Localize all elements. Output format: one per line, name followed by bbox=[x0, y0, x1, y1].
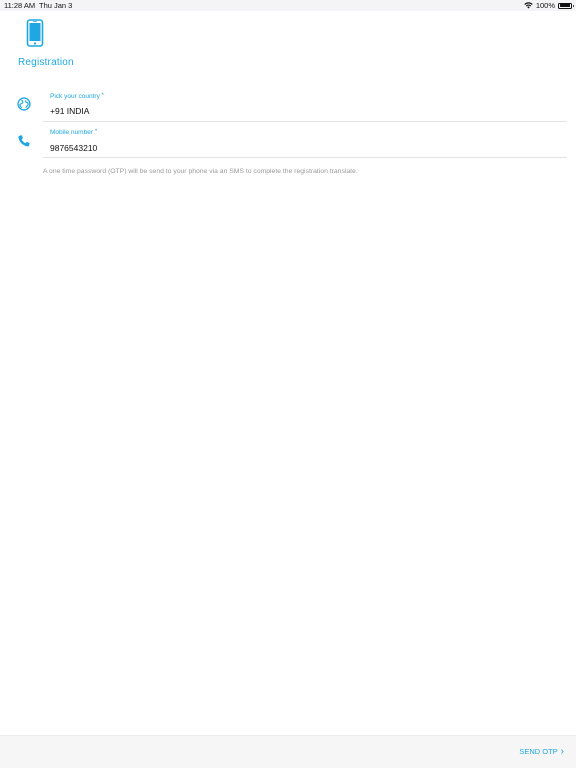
phone-icon bbox=[26, 19, 44, 47]
divider bbox=[43, 157, 567, 158]
required-mark: * bbox=[94, 129, 98, 135]
mobile-label-text: Mobile number bbox=[50, 129, 93, 136]
wifi-icon bbox=[524, 2, 533, 9]
divider bbox=[43, 121, 567, 122]
country-label: Pick your country * bbox=[50, 93, 104, 100]
country-input[interactable] bbox=[50, 106, 550, 116]
mobile-label: Mobile number * bbox=[50, 129, 97, 136]
send-otp-button[interactable]: SEND OTP › bbox=[519, 746, 564, 757]
required-mark: * bbox=[101, 93, 105, 99]
send-otp-label: SEND OTP bbox=[519, 747, 558, 756]
country-field[interactable]: Pick your country * bbox=[0, 90, 576, 126]
mobile-number-input[interactable] bbox=[50, 143, 550, 153]
battery-icon bbox=[558, 2, 574, 9]
status-date: Thu Jan 3 bbox=[39, 1, 73, 10]
mobile-field[interactable]: Mobile number * bbox=[0, 127, 576, 163]
chevron-right-icon: › bbox=[560, 746, 564, 757]
phone-call-icon bbox=[18, 135, 30, 147]
page-title: Registration bbox=[18, 57, 74, 68]
status-time: 11:28 AM bbox=[4, 1, 36, 10]
globe-icon bbox=[17, 97, 31, 111]
otp-info-text: A one time password (OTP) will be send t… bbox=[43, 168, 358, 175]
status-bar: 11:28 AM Thu Jan 3 100% bbox=[0, 0, 576, 11]
status-right: 100% bbox=[524, 1, 574, 10]
bottom-bar: SEND OTP › bbox=[0, 735, 576, 768]
battery-percent: 100% bbox=[535, 1, 555, 10]
country-label-text: Pick your country bbox=[50, 93, 100, 100]
